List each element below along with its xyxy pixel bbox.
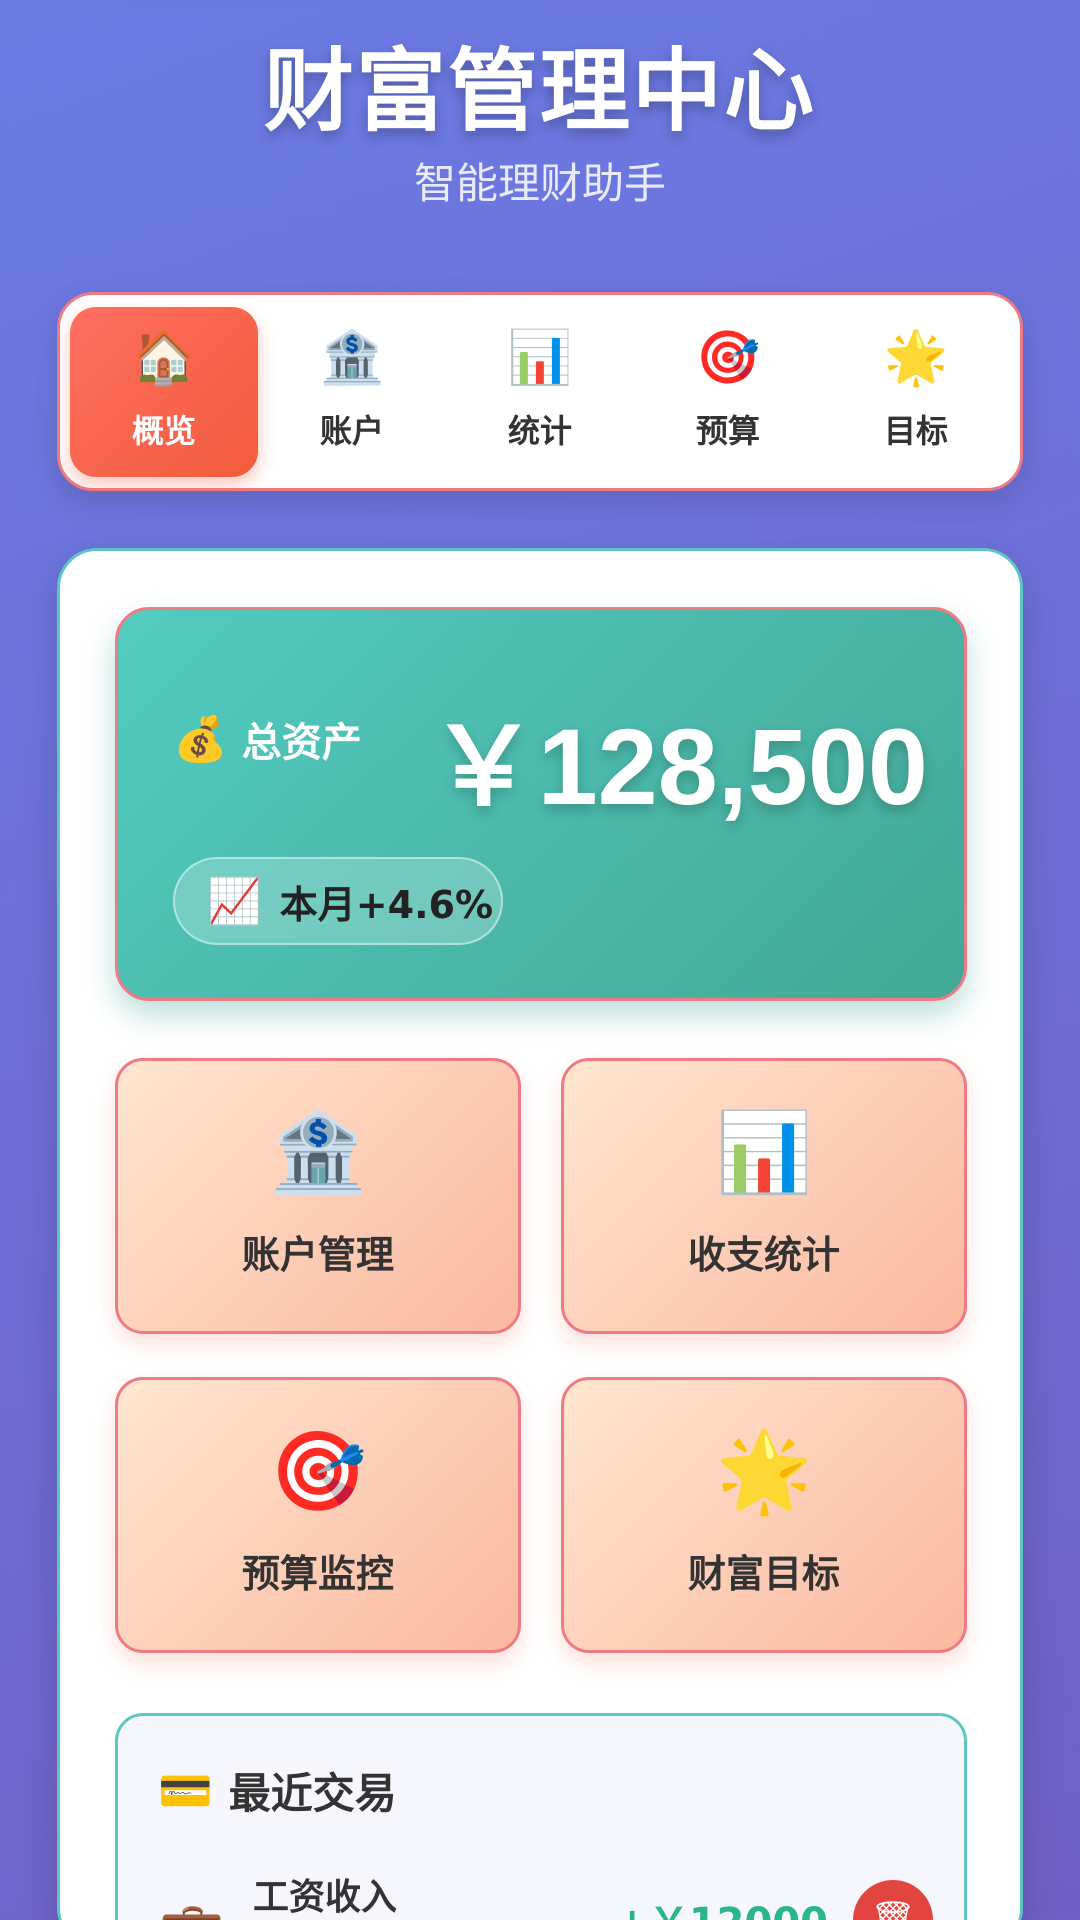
transaction-row[interactable]: 💼 工资收入 +￥12000 🗑: [158, 1868, 938, 1920]
total-assets-label: 总资产: [241, 720, 362, 766]
trend-up-icon: 📈: [207, 876, 262, 927]
transaction-amount: +￥12000: [588, 1890, 828, 1920]
total-assets-value: ￥128,500: [429, 706, 928, 827]
wealth-goals-button[interactable]: 🌟 财富目标: [561, 1377, 967, 1653]
total-assets-card: 💰 总资产 ￥128,500 📈 本月+4.6%: [115, 607, 967, 1001]
budget-monitor-button[interactable]: 🎯 预算监控: [115, 1377, 521, 1653]
quick-action-label: 预算监控: [241, 1551, 394, 1596]
house-icon: 🏠: [131, 327, 197, 388]
tab-label: 预算: [695, 411, 760, 450]
trash-icon: 🗑: [870, 1899, 916, 1920]
star-icon: 🌟: [883, 327, 949, 388]
page-title: 财富管理中心: [264, 39, 816, 144]
monthly-growth-text: 本月+4.6%: [279, 882, 494, 927]
quick-action-label: 账户管理: [241, 1232, 394, 1277]
recent-transactions-header: 💳 最近交易: [158, 1760, 397, 1821]
tab-label: 账户: [319, 411, 384, 450]
total-assets-label-row: 💰 总资产: [173, 710, 362, 768]
tab-budget[interactable]: 🎯 预算: [634, 307, 822, 477]
monthly-growth-badge: 📈 本月+4.6%: [173, 857, 503, 945]
briefcase-icon: 💼: [158, 1898, 225, 1920]
credit-card-icon: 💳: [158, 1765, 213, 1817]
tab-label: 统计: [507, 411, 572, 450]
recent-transactions: 💳 最近交易 💼 工资收入 +￥12000 🗑: [115, 1713, 967, 1920]
account-management-button[interactable]: 🏦 账户管理: [115, 1058, 521, 1334]
income-expense-stats-button[interactable]: 📊 收支统计: [561, 1058, 967, 1334]
quick-action-label: 收支统计: [687, 1232, 840, 1277]
quick-action-label: 财富目标: [687, 1551, 840, 1596]
tab-bar: 🏠 概览 🏦 账户 📊 统计 🎯 预算 🌟 目标: [57, 292, 1023, 491]
target-icon: 🎯: [695, 327, 761, 388]
page-subtitle: 智能理财助手: [413, 159, 666, 208]
recent-transactions-title: 最近交易: [228, 1769, 397, 1818]
bar-chart-icon: 📊: [507, 327, 573, 388]
tab-goals[interactable]: 🌟 目标: [822, 307, 1010, 477]
target-icon: 🎯: [269, 1426, 367, 1517]
tab-accounts[interactable]: 🏦 账户: [258, 307, 446, 477]
star-icon: 🌟: [715, 1426, 813, 1517]
bank-icon: 🏦: [269, 1107, 367, 1198]
tab-label: 目标: [883, 411, 948, 450]
bank-icon: 🏦: [319, 327, 385, 388]
tab-overview[interactable]: 🏠 概览: [70, 306, 258, 477]
transaction-name: 工资收入: [253, 1877, 398, 1918]
bar-chart-icon: 📊: [715, 1107, 813, 1198]
money-bag-icon: 💰: [173, 714, 228, 765]
tab-label: 概览: [131, 411, 196, 450]
main-panel: 💰 总资产 ￥128,500 📈 本月+4.6% 🏦 账户管理 📊 收支统计 🎯…: [57, 548, 1023, 1920]
delete-transaction-button[interactable]: 🗑: [853, 1880, 933, 1920]
tab-statistics[interactable]: 📊 统计: [446, 307, 634, 477]
